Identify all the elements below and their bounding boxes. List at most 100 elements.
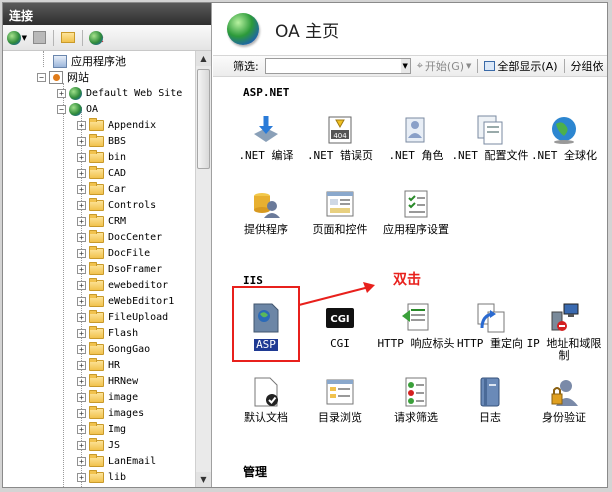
folder-up-icon[interactable] (58, 28, 78, 48)
feature-label: .NET 配置文件 (451, 149, 529, 162)
tree-label: Controls (108, 199, 157, 211)
expand-icon[interactable]: + (77, 184, 86, 194)
expand-icon[interactable]: + (77, 216, 86, 226)
expand-icon[interactable]: + (77, 424, 86, 434)
collapse-icon[interactable]: − (37, 72, 46, 82)
directory-browsing-icon (324, 376, 356, 408)
expand-icon[interactable]: + (77, 248, 86, 258)
go-button[interactable]: ⌖ 开始(G) ▼ (417, 58, 472, 74)
expand-icon[interactable]: + (77, 408, 86, 418)
tree-node-folder[interactable]: + HRNew (77, 373, 138, 389)
download-arrow-icon (250, 114, 282, 146)
scroll-thumb[interactable] (197, 69, 210, 169)
expand-icon[interactable]: + (57, 88, 66, 98)
feature-providers[interactable]: 提供程序 (227, 188, 305, 236)
tree-label: DocCenter (108, 231, 163, 243)
feature-app-settings[interactable]: 应用程序设置 (377, 188, 455, 236)
feature-label: .NET 角色 (388, 149, 444, 162)
expand-icon[interactable]: + (77, 360, 86, 370)
feature-net-globalization[interactable]: .NET 全球化 (525, 114, 603, 162)
expand-icon[interactable]: + (77, 168, 86, 178)
tree-node-default-web-site[interactable]: + Default Web Site (57, 85, 182, 101)
save-icon[interactable] (29, 28, 49, 48)
tree-label: BBS (108, 135, 127, 147)
site-globe-icon (69, 86, 82, 100)
asp-highlight-box (232, 286, 300, 362)
feature-label: 日志 (479, 411, 501, 424)
filter-dropdown-icon[interactable]: ▼ (400, 59, 410, 73)
disconnect-icon[interactable]: ✕ (87, 28, 107, 48)
feature-directory-browsing[interactable]: 目录浏览 (301, 376, 379, 424)
scroll-down-icon[interactable]: ▼ (196, 472, 211, 487)
expand-icon[interactable]: + (77, 472, 86, 482)
folder-icon (89, 389, 104, 403)
expand-icon[interactable]: + (77, 344, 86, 354)
feature-net-error-pages[interactable]: 404 .NET 错误页 (301, 114, 379, 162)
tree-label: 网站 (67, 71, 89, 84)
show-all-button[interactable]: 全部显示(A) (484, 58, 558, 74)
tree-node-folder[interactable]: + DocCenter (77, 229, 162, 245)
tree-node-folder[interactable]: + image (77, 389, 138, 405)
tree-node-folder[interactable]: + Car (77, 181, 126, 197)
connect-globe-icon[interactable]: ▼ (7, 28, 27, 48)
expand-icon[interactable]: + (77, 328, 86, 338)
tree-node-folder[interactable]: + ewebeditor (77, 277, 168, 293)
feature-default-document[interactable]: 默认文档 (227, 376, 305, 424)
tree-node-folder[interactable]: + CAD (77, 165, 126, 181)
feature-request-filtering[interactable]: 请求筛选 (377, 376, 455, 424)
tree-node-folder[interactable]: + DsoFramer (77, 261, 162, 277)
tree-node-folder[interactable]: + DocFile (77, 245, 150, 261)
feature-authentication[interactable]: 身份验证 (525, 376, 603, 424)
expand-icon[interactable]: + (77, 296, 86, 306)
tree-node-folder[interactable]: + LanEmail (77, 453, 156, 469)
tree-label: bin (108, 151, 127, 163)
feature-logging[interactable]: 日志 (451, 376, 529, 424)
tree-scrollbar[interactable]: ▲ ▼ (195, 51, 211, 487)
filter-input[interactable]: ▼ (264, 58, 411, 74)
home-title-bar: OA 主页 (213, 3, 607, 55)
tree-node-folder[interactable]: + HR (77, 357, 120, 373)
scroll-up-icon[interactable]: ▲ (196, 51, 211, 66)
feature-label: .NET 错误页 (306, 149, 374, 162)
tree-node-folder[interactable]: + BBS (77, 133, 126, 149)
tree-node-folder[interactable]: + GongGao (77, 341, 150, 357)
expand-icon[interactable]: + (77, 120, 86, 130)
expand-icon[interactable]: + (77, 280, 86, 290)
expand-icon[interactable]: + (77, 376, 86, 386)
feature-ip-domain-restrictions[interactable]: IP 地址和域限制 (525, 302, 603, 362)
expand-icon[interactable]: + (77, 456, 86, 466)
tree-node-folder[interactable]: + lib (77, 469, 126, 485)
tree-node-folder[interactable]: + bin (77, 149, 126, 165)
tree-node-folder[interactable]: + Controls (77, 197, 156, 213)
expand-icon[interactable]: + (77, 232, 86, 242)
tree-node-folder[interactable]: + Img (77, 421, 126, 437)
feature-net-roles[interactable]: .NET 角色 (377, 114, 455, 162)
tree-node-sites[interactable]: − 网站 (37, 69, 89, 85)
tree-node-folder[interactable]: + FileUpload (77, 309, 168, 325)
toolbar-separator (53, 29, 54, 46)
folder-icon (89, 373, 104, 387)
expand-icon[interactable]: + (77, 312, 86, 322)
expand-icon[interactable]: + (77, 200, 86, 210)
expand-icon[interactable]: + (77, 264, 86, 274)
tree-node-folder[interactable]: + Appendix (77, 117, 156, 133)
expand-icon[interactable]: + (77, 440, 86, 450)
tree-node-folder[interactable]: + JS (77, 437, 120, 453)
folder-icon (89, 453, 104, 467)
feature-pages-controls[interactable]: 页面和控件 (301, 188, 379, 236)
feature-http-redirect[interactable]: HTTP 重定向 (451, 302, 529, 350)
feature-net-profile[interactable]: .NET 配置文件 (451, 114, 529, 162)
expand-icon[interactable]: + (77, 136, 86, 146)
folder-icon (89, 165, 104, 179)
feature-net-compilation[interactable]: .NET 编译 (227, 114, 305, 162)
collapse-icon[interactable]: − (57, 104, 66, 114)
expand-icon[interactable]: + (77, 152, 86, 162)
tree-node-folder[interactable]: + CRM (77, 213, 126, 229)
tree-node-folder[interactable]: + eWebEditor1 (77, 293, 174, 309)
tree-node-folder[interactable]: + Flash (77, 325, 138, 341)
group-by-button[interactable]: 分组依 (571, 58, 604, 74)
tree-node-app-pools[interactable]: 应用程序池 (53, 53, 126, 69)
tree-node-folder[interactable]: + images (77, 405, 144, 421)
tree-node-oa[interactable]: − OA (57, 101, 98, 117)
expand-icon[interactable]: + (77, 392, 86, 402)
